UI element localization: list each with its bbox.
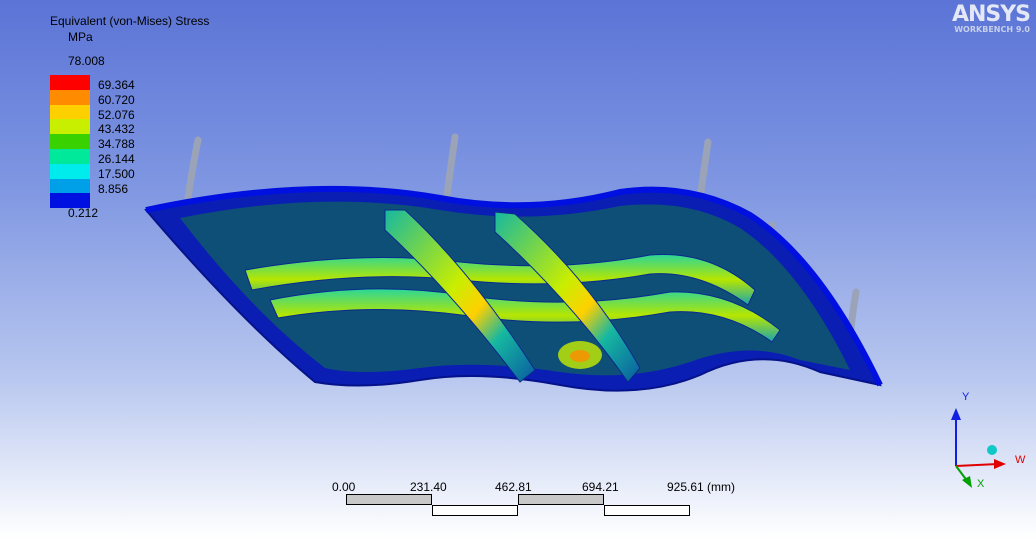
legend-band-label: 17.500 [98, 166, 135, 181]
triad-x-label: X [977, 478, 985, 490]
legend-swatch [50, 178, 90, 194]
legend-swatch [50, 89, 90, 105]
legend-band: 60.720 [50, 89, 135, 106]
legend-swatch [50, 119, 90, 135]
triad-axes-icon [951, 408, 1006, 488]
legend-band: 69.364 [50, 75, 135, 91]
legend-band: 43.432 [50, 119, 135, 135]
legend-band: 8.856 [50, 178, 128, 195]
scale-bar: 0.00 231.40 462.81 694.21 925.61 (mm) [332, 480, 752, 520]
scale-tick-0: 0.00 [332, 480, 356, 494]
legend-band-label: 52.076 [98, 107, 135, 122]
legend-min-value: 0.212 [68, 206, 99, 220]
scale-segment-1 [346, 494, 432, 505]
legend-swatch [50, 134, 90, 149]
legend-unit: MPa [68, 30, 93, 44]
scale-segment-3 [518, 494, 604, 505]
legend-max-value: 78.008 [68, 54, 105, 68]
legend-band-label: 26.144 [98, 151, 135, 166]
model-viewport[interactable] [0, 0, 1036, 539]
coordinate-triad[interactable]: Y W X [940, 388, 1036, 498]
scale-tick-3: 694.21 [582, 480, 619, 494]
scale-tick-2: 462.81 [495, 480, 532, 494]
ansys-logo: ANSYS WORKBENCH 9.0 [951, 2, 1031, 35]
triad-y-label: Y [962, 391, 970, 403]
legend-band-label: 60.720 [98, 92, 135, 107]
legend-band-label: 43.432 [98, 122, 135, 137]
scale-segment-4 [604, 505, 690, 516]
legend-band: 52.076 [50, 104, 135, 121]
legend-band-label: 8.856 [98, 181, 129, 196]
logo-brand: ANSYS [951, 2, 1031, 27]
legend-title: Equivalent (von-Mises) Stress [50, 14, 210, 28]
legend-band: 17.500 [50, 163, 135, 180]
legend-swatch [50, 148, 90, 164]
scale-tick-1: 231.40 [410, 480, 447, 494]
legend-swatch [50, 163, 90, 179]
triad-w-label: W [1015, 454, 1026, 466]
legend-swatch [50, 75, 90, 90]
legend-swatch [50, 104, 90, 120]
scale-tick-4: 925.61 (mm) [667, 480, 736, 494]
legend-color-bands: 69.364 60.720 52.076 43.432 34.788 26.144 17.5… [50, 75, 135, 209]
logo-subtitle: WORKBENCH 9.0 [954, 25, 1030, 34]
legend-band: 34.788 [50, 134, 135, 150]
legend-band-label: 69.364 [98, 78, 135, 92]
legend-band: 26.144 [50, 148, 135, 165]
legend-band-label: 34.788 [98, 137, 135, 152]
scale-segment-2 [432, 505, 518, 516]
